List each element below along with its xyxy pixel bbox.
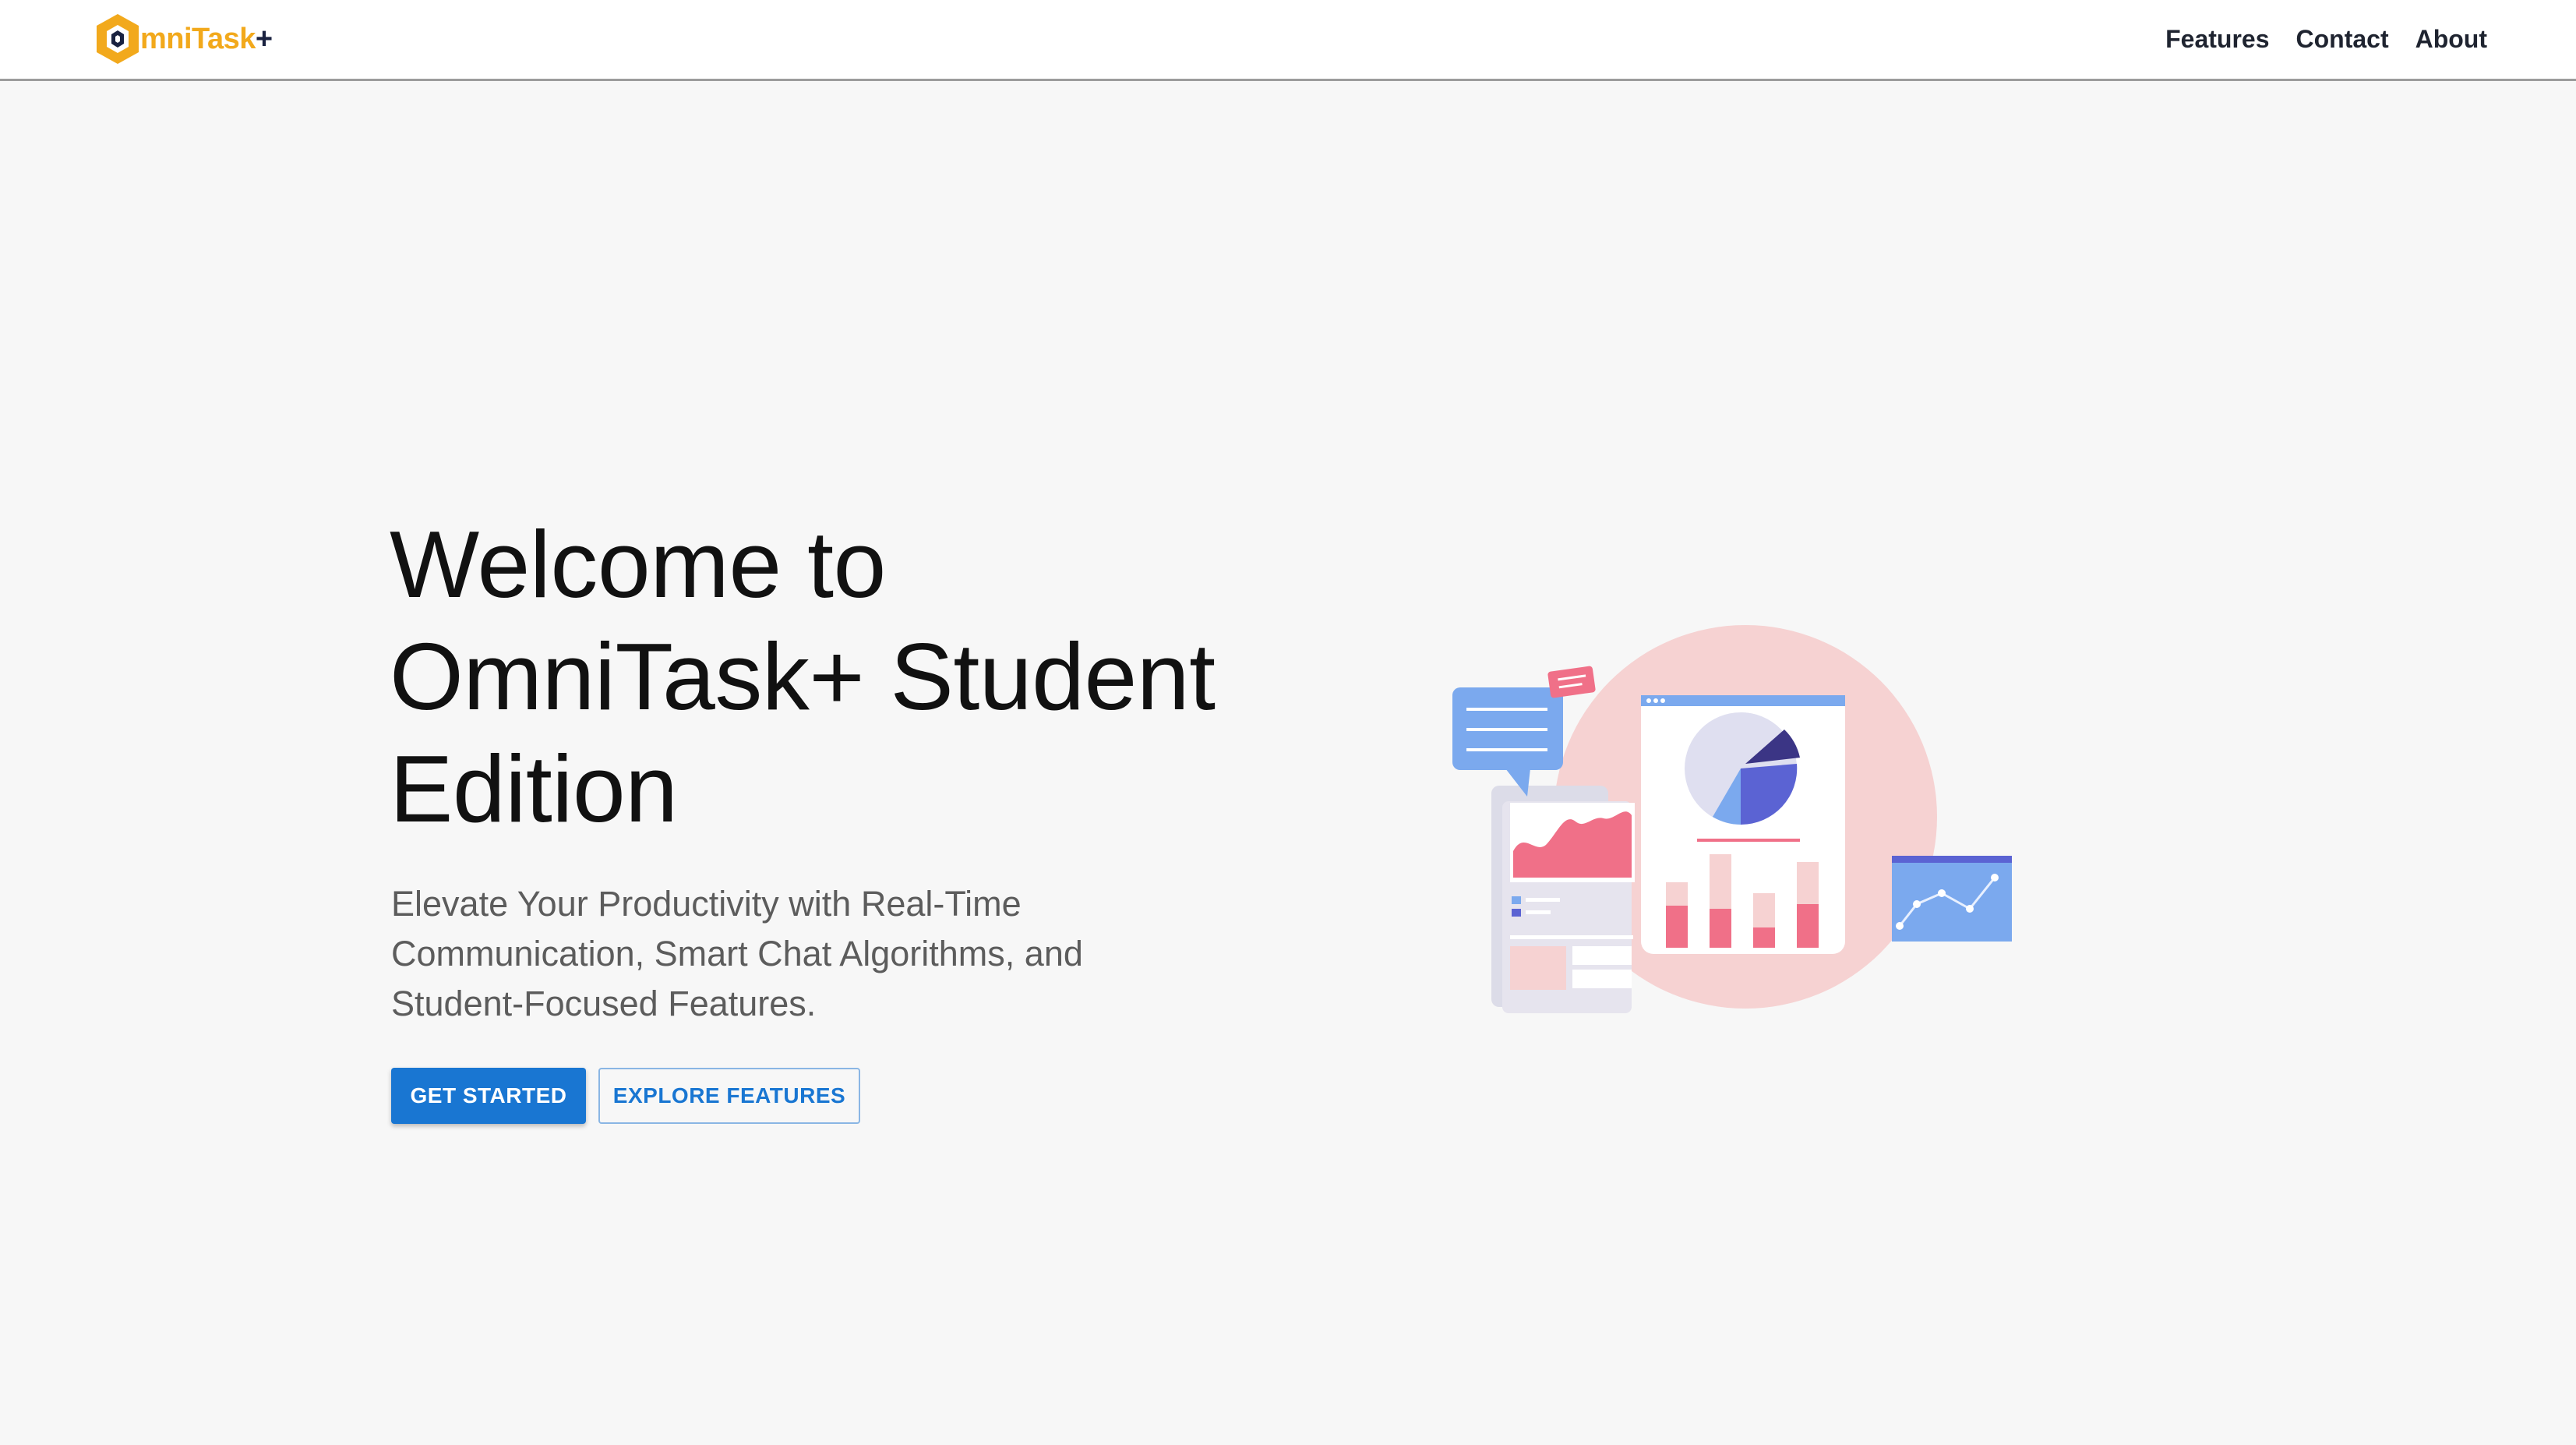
explore-features-button[interactable]: EXPLORE FEATURES <box>598 1068 860 1124</box>
get-started-button[interactable]: GET STARTED <box>391 1068 586 1124</box>
hexagon-logo-icon <box>97 14 139 64</box>
line-chart-card <box>1892 856 2012 942</box>
chat-bubble-icon <box>1452 687 1563 797</box>
message-note-icon <box>1547 666 1596 698</box>
top-navbar: mniTask+ Features Contact About <box>0 0 2576 81</box>
nav-link-features[interactable]: Features <box>2165 25 2269 54</box>
brand-logo[interactable]: mniTask+ <box>94 9 273 69</box>
hero-subtitle-line: Communication, Smart Chat Algorithms, an… <box>391 934 1083 973</box>
hero-subtitle: Elevate Your Productivity with Real-Time… <box>391 879 1248 1029</box>
nav-link-contact[interactable]: Contact <box>2295 25 2388 54</box>
hero-subtitle-line: Student-Focused Features. <box>391 984 817 1023</box>
hero-title-line: OmniTask+ Student <box>390 624 1216 730</box>
brand-name-main: mniTask <box>140 23 256 55</box>
brand-name: mniTask+ <box>140 24 273 54</box>
nav-link-about[interactable]: About <box>2415 25 2487 54</box>
hero-title: Welcome to OmniTask+ Student Edition <box>390 508 1247 845</box>
main-nav: Features Contact About <box>2165 0 2487 78</box>
hero-title-line: Edition <box>390 736 678 842</box>
hero-subtitle-line: Elevate Your Productivity with Real-Time <box>391 884 1022 924</box>
hero-title-line: Welcome to <box>390 511 886 617</box>
analytics-dashboard-illustration <box>1452 625 2012 1013</box>
brand-name-plus: + <box>255 23 273 55</box>
dashboard-card-titlebar <box>1641 695 1845 706</box>
